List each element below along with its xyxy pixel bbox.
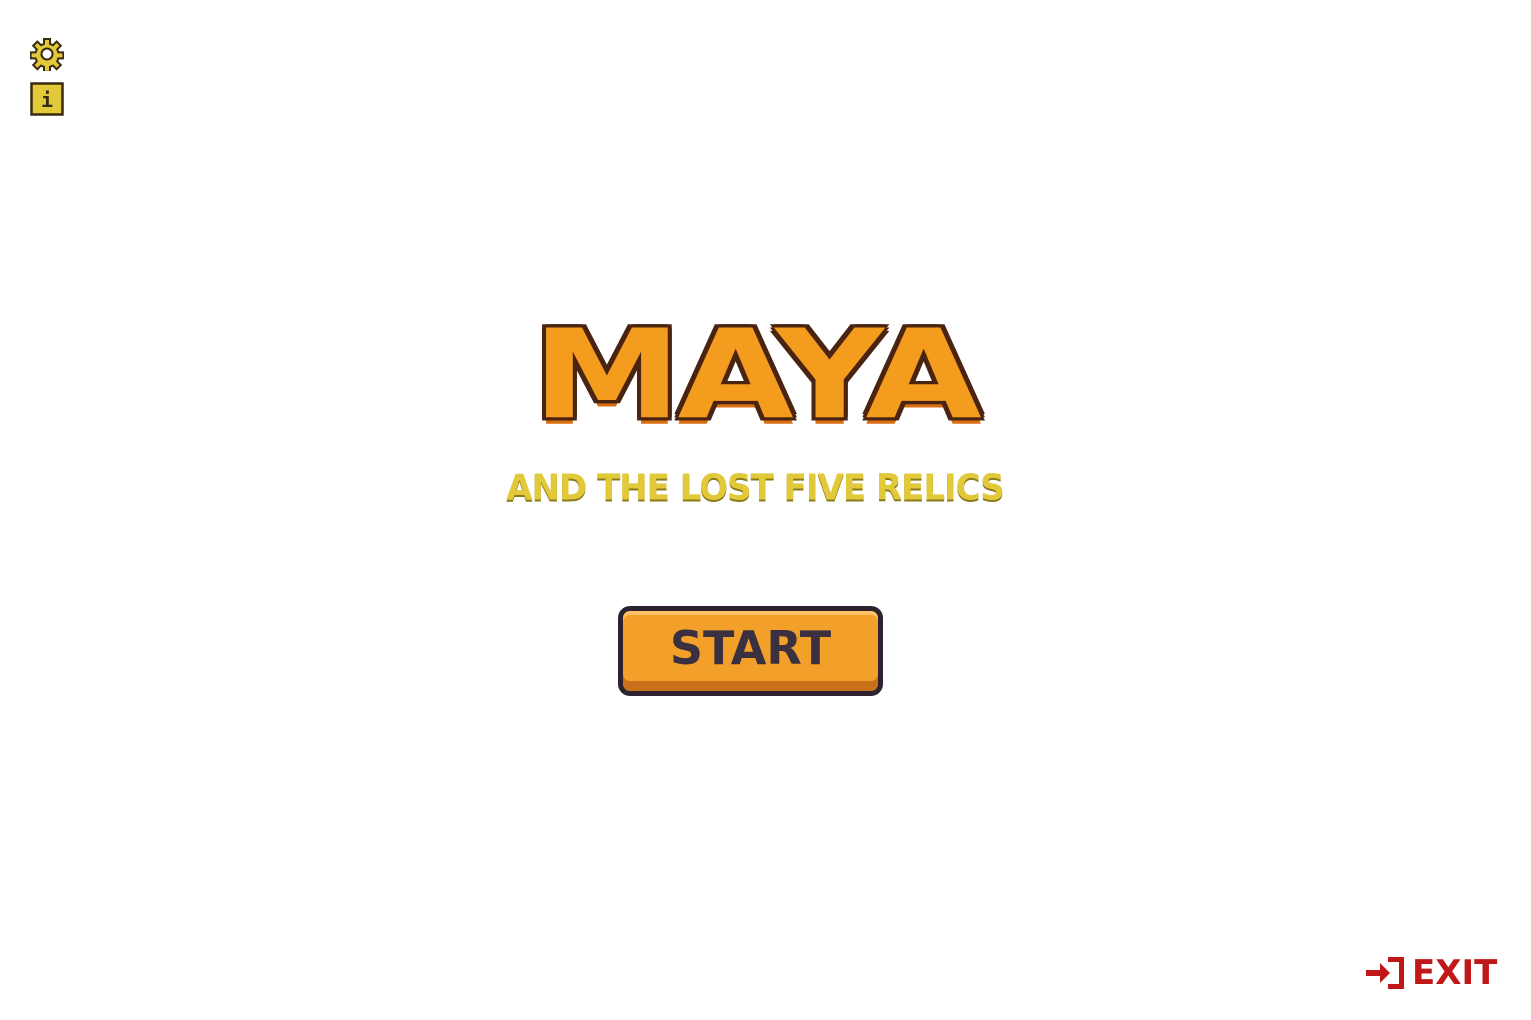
info-glyph: i [41, 88, 53, 112]
gear-icon [30, 38, 64, 71]
settings-button[interactable] [30, 37, 64, 71]
exit-button[interactable]: EXIT [1366, 950, 1497, 996]
title-screen: i MAYA AND THE LOST FIVE RELICS START EX… [0, 0, 1531, 1020]
exit-label: EXIT [1412, 953, 1498, 993]
game-logo: MAYA AND THE LOST FIVE RELICS [505, 304, 1005, 509]
start-button[interactable]: START [618, 606, 883, 696]
info-icon: i [30, 82, 64, 116]
info-button[interactable]: i [30, 82, 64, 116]
start-button-label: START [669, 621, 832, 675]
exit-door-icon [1366, 957, 1404, 989]
game-title: MAYA [532, 304, 981, 447]
game-subtitle: AND THE LOST FIVE RELICS [506, 467, 1004, 509]
